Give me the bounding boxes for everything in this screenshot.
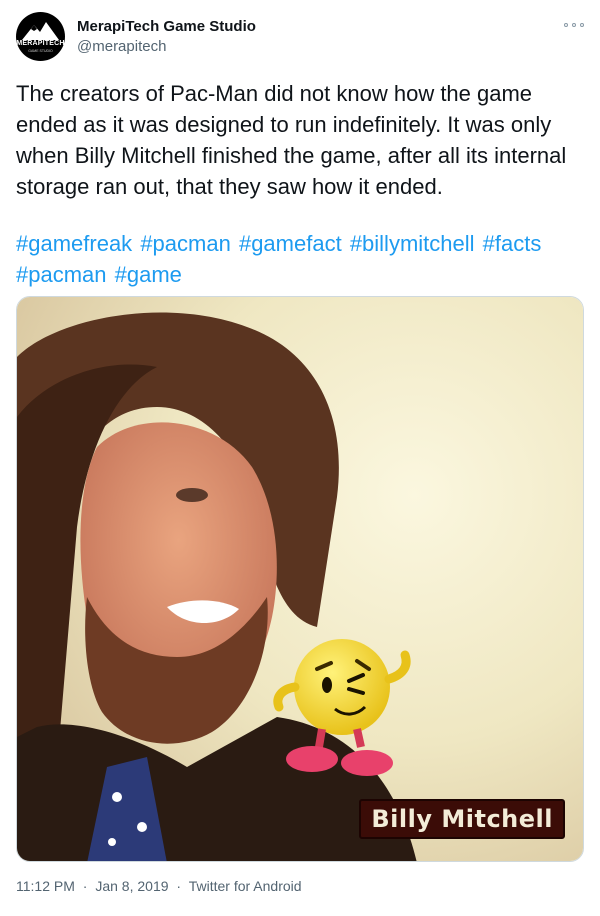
- tweet-metadata: 11:12 PM · Jan 8, 2019 · Twitter for And…: [16, 878, 306, 894]
- image-caption: Billy Mitchell: [359, 799, 565, 839]
- hashtag-link[interactable]: #billymitchell: [350, 231, 475, 256]
- avatar[interactable]: MERAPITECH GAME STUDIO: [16, 12, 65, 61]
- tweet-image[interactable]: Billy Mitchell: [16, 296, 584, 862]
- hashtag-link[interactable]: #facts: [483, 231, 542, 256]
- hashtag-link[interactable]: #pacman: [140, 231, 231, 256]
- photo-illustration: [17, 297, 583, 861]
- author-handle[interactable]: @merapitech: [77, 38, 166, 55]
- hashtag-link[interactable]: #game: [115, 262, 182, 287]
- tweet-header: MERAPITECH GAME STUDIO MerapiTech Game S…: [16, 12, 584, 64]
- author-name[interactable]: MerapiTech Game Studio: [77, 18, 256, 35]
- mountain-logo-icon: [22, 22, 59, 40]
- meta-separator: ·: [176, 878, 182, 894]
- tweet-text: The creators of Pac-Man did not know how…: [16, 81, 567, 199]
- hashtag-link[interactable]: #pacman: [16, 262, 107, 287]
- tweet-source[interactable]: Twitter for Android: [189, 878, 302, 894]
- hashtag-list: #gamefreak #pacman #gamefact #billymitch…: [16, 228, 584, 290]
- tweet-time[interactable]: 11:12 PM: [16, 878, 75, 894]
- meta-separator: ·: [82, 878, 88, 894]
- hashtag-link[interactable]: #gamefreak: [16, 231, 132, 256]
- hashtag-link[interactable]: #gamefact: [239, 231, 342, 256]
- avatar-brand-subtext: GAME STUDIO: [28, 49, 53, 53]
- avatar-brand-text: MERAPITECH: [16, 40, 65, 47]
- tweet-date[interactable]: Jan 8, 2019: [95, 878, 168, 894]
- more-options-icon[interactable]: [564, 18, 584, 32]
